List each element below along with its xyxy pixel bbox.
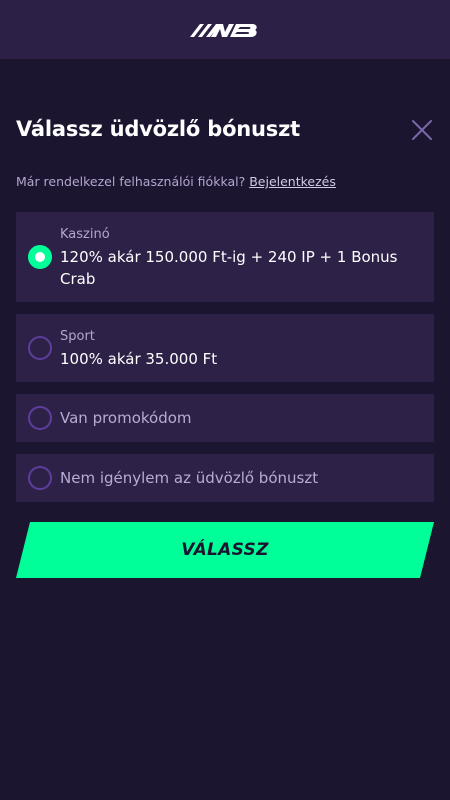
- option-label: 120% akár 150.000 Ft-ig + 240 IP + 1 Bon…: [60, 248, 398, 288]
- option-category: Kaszinó: [60, 227, 110, 242]
- top-bar: [0, 0, 450, 59]
- login-link[interactable]: Bejelentkezés: [249, 174, 336, 189]
- option-label: Van promokódom: [60, 409, 192, 427]
- choose-button-label: VÁLASSZ: [181, 540, 269, 560]
- login-prompt: Már rendelkezel felhasználói fiókkal? Be…: [16, 174, 336, 189]
- bonus-option-casino[interactable]: Kaszinó 120% akár 150.000 Ft-ig + 240 IP…: [16, 212, 434, 302]
- bonus-option-sport[interactable]: Sport 100% akár 35.000 Ft: [16, 314, 434, 382]
- bonus-option-no-bonus[interactable]: Nem igénylem az üdvözlő bónuszt: [16, 454, 434, 502]
- radio-button[interactable]: [28, 466, 52, 490]
- radio-button[interactable]: [28, 336, 52, 360]
- option-category: Sport: [60, 329, 95, 344]
- login-prompt-text: Már rendelkezel felhasználói fiókkal?: [16, 174, 246, 189]
- bonus-option-promo-code[interactable]: Van promokódom: [16, 394, 434, 442]
- option-label: Nem igénylem az üdvözlő bónuszt: [60, 469, 319, 487]
- modal-title: Válassz üdvözlő bónuszt: [16, 117, 300, 141]
- radio-button-checked[interactable]: [28, 245, 52, 269]
- nb-logo-icon[interactable]: [190, 20, 260, 40]
- radio-button[interactable]: [28, 406, 52, 430]
- choose-button[interactable]: VÁLASSZ: [16, 522, 434, 578]
- close-icon[interactable]: [410, 118, 434, 142]
- option-label: 100% akár 35.000 Ft: [60, 350, 218, 368]
